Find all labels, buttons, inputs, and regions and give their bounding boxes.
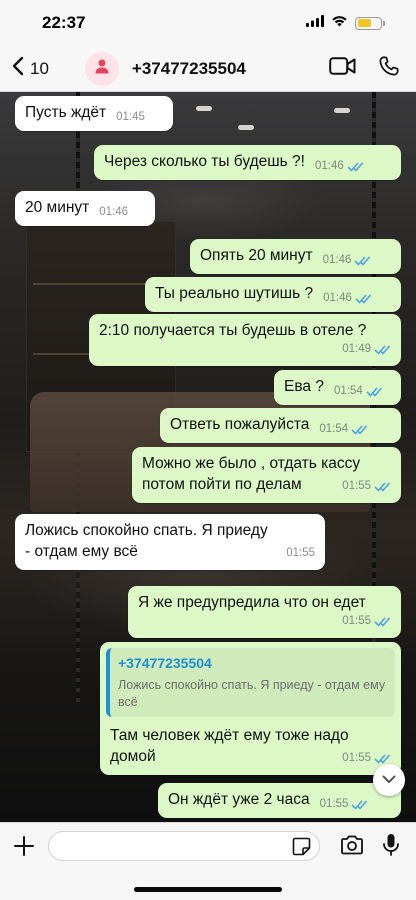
read-ticks-icon [347, 162, 363, 172]
battery-icon [355, 16, 385, 30]
message-incoming[interactable]: Ложись спокойно спать. Я приеду - отдам … [15, 514, 325, 570]
message-outgoing[interactable]: Ответь пожалуйста 01:54 [160, 408, 401, 443]
avatar[interactable] [84, 51, 119, 86]
message-time: 01:46 [323, 292, 352, 304]
video-camera-icon[interactable] [329, 57, 356, 80]
message-time: 01:45 [116, 111, 145, 123]
unread-count: 10 [30, 58, 49, 78]
message-meta: 01:45 [116, 107, 145, 128]
message-time: 01:55 [286, 547, 315, 559]
read-ticks-icon [374, 754, 391, 764]
message-outgoing[interactable]: Ты реально шутишь ? 01:46 [145, 277, 401, 312]
cellular-signal-icon [306, 14, 324, 32]
contact-name[interactable]: +37477235504 [132, 59, 329, 79]
message-meta: 01:46 [323, 288, 372, 309]
chevron-down-icon [382, 771, 396, 789]
message-time: 01:55 [342, 615, 371, 627]
message-outgoing[interactable]: Ева ? 01:54 [274, 370, 401, 405]
message-time: 01:46 [314, 160, 344, 172]
wifi-icon [331, 14, 348, 32]
read-ticks-icon [355, 294, 371, 304]
message-meta: 01:46 [99, 202, 128, 223]
message-text: 20 минут [25, 199, 90, 216]
message-text: Ты реально шутишь ? [155, 285, 314, 302]
message-incoming[interactable]: 20 минут 01:46 [15, 191, 155, 226]
message-outgoing[interactable]: Опять 20 минут 01:46 [190, 239, 401, 274]
scroll-to-bottom-button[interactable] [373, 764, 405, 796]
read-ticks-icon [366, 387, 382, 397]
message-text: 2:10 получается ты будешь в отеле ? [99, 322, 367, 339]
message-time: 01:46 [99, 206, 129, 218]
status-time: 22:37 [42, 13, 86, 32]
read-ticks-icon [351, 800, 368, 810]
message-outgoing[interactable]: Я же предупредила что он едет 01:55 [128, 586, 401, 638]
camera-icon[interactable] [340, 835, 364, 860]
message-time: 01:55 [342, 752, 371, 764]
status-bar: 22:37 [0, 0, 416, 46]
message-outgoing[interactable]: Через сколько ты будешь ?! 01:46 [94, 145, 401, 180]
message-text: Опять 20 минут [200, 247, 313, 264]
message-meta: 01:55 [320, 794, 369, 815]
message-time: 01:54 [333, 385, 363, 397]
message-time: 01:46 [322, 254, 352, 266]
read-ticks-icon [351, 425, 368, 435]
message-text: Он ждёт уже 2 часа [168, 791, 310, 808]
sticker-icon[interactable] [292, 837, 311, 861]
quoted-message[interactable]: +37477235504 Ложись спокойно спать. Я пр… [106, 648, 395, 717]
message-meta: 01:46 [323, 250, 372, 271]
message-time: 01:55 [319, 798, 349, 810]
read-ticks-icon [374, 617, 391, 627]
chevron-left-icon [12, 56, 24, 81]
message-outgoing-reply[interactable]: +37477235504 Ложись спокойно спать. Я пр… [100, 642, 401, 775]
plus-icon[interactable] [13, 835, 35, 857]
message-outgoing[interactable]: 2:10 получается ты будешь в отеле ? 01:4… [89, 314, 401, 366]
message-input[interactable] [48, 831, 320, 861]
quoted-text: Ложись спокойно спать. Я приеду - отдам … [118, 678, 386, 709]
quoted-sender: +37477235504 [118, 655, 212, 671]
composer-bar [0, 822, 416, 900]
home-indicator [134, 887, 282, 892]
read-ticks-icon [354, 256, 371, 266]
message-time: 01:49 [342, 343, 371, 355]
message-outgoing[interactable]: Можно же было , отдать кассу потом пойти… [132, 447, 401, 503]
message-meta: 01:55 [138, 611, 391, 632]
message-text: Пусть ждёт [25, 104, 107, 121]
message-list[interactable]: Пусть ждёт 01:45 Через сколько ты будешь … [0, 92, 416, 822]
message-text: Ева ? [284, 378, 324, 395]
message-text: Через сколько ты будешь ?! [104, 153, 305, 170]
message-meta: 01:54 [319, 419, 368, 440]
back-button[interactable]: 10 [12, 56, 49, 81]
phone-icon[interactable] [378, 55, 400, 82]
message-outgoing[interactable]: Он ждёт уже 2 часа 01:55 [158, 783, 401, 818]
message-meta: 01:54 [334, 381, 383, 402]
message-time: 01:54 [319, 423, 349, 435]
chat-header: 10 +37477235504 [0, 46, 416, 92]
message-meta: 01:46 [315, 156, 364, 177]
message-time: 01:55 [342, 480, 371, 492]
read-ticks-icon [374, 482, 391, 492]
microphone-icon[interactable] [382, 833, 400, 862]
status-icons [306, 14, 385, 32]
message-meta: 01:49 [99, 339, 391, 360]
message-incoming[interactable]: Пусть ждёт 01:45 [15, 96, 173, 131]
message-text: Я же предупредила что он едет [138, 594, 366, 611]
read-ticks-icon [374, 345, 391, 355]
message-text: Ответь пожалуйста [170, 416, 310, 433]
person-icon [94, 58, 110, 79]
